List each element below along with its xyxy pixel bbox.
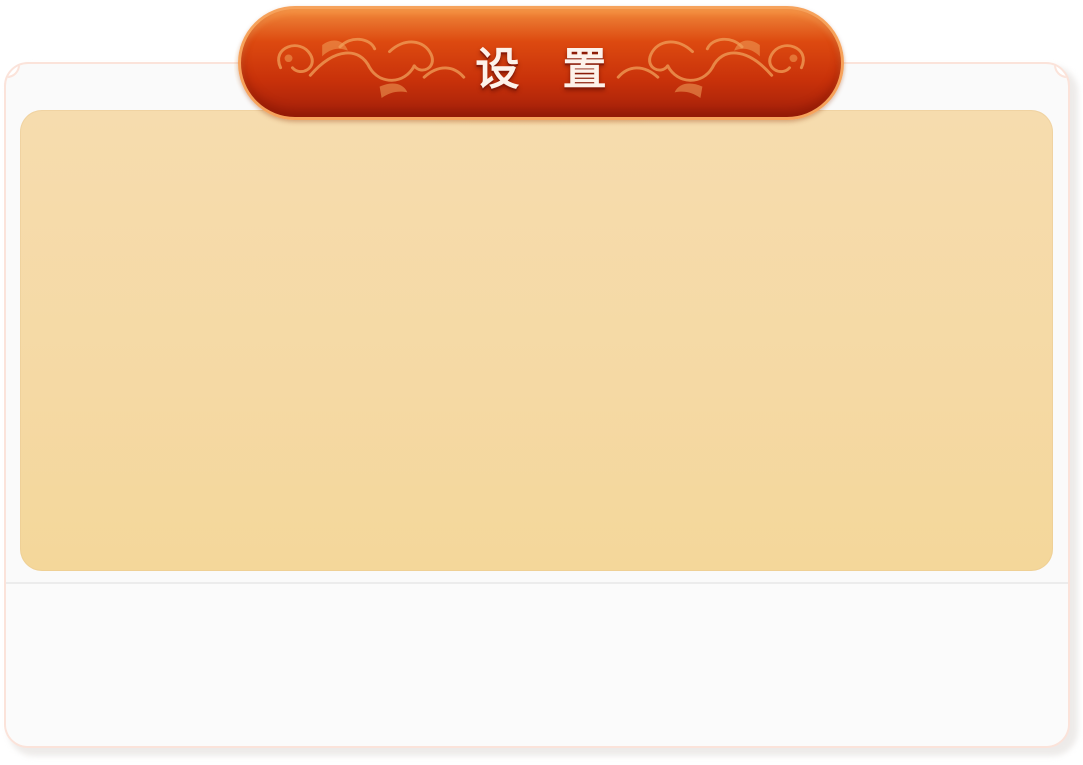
dialog-footer-area xyxy=(6,582,1068,746)
corner-notch-top-left xyxy=(6,64,20,78)
title-banner: 设 置 xyxy=(238,6,844,120)
settings-dialog: 设 置 xyxy=(0,0,1083,765)
corner-notch-top-right xyxy=(1054,64,1068,78)
settings-content-area xyxy=(20,110,1053,571)
dialog-title: 设 置 xyxy=(475,44,621,95)
